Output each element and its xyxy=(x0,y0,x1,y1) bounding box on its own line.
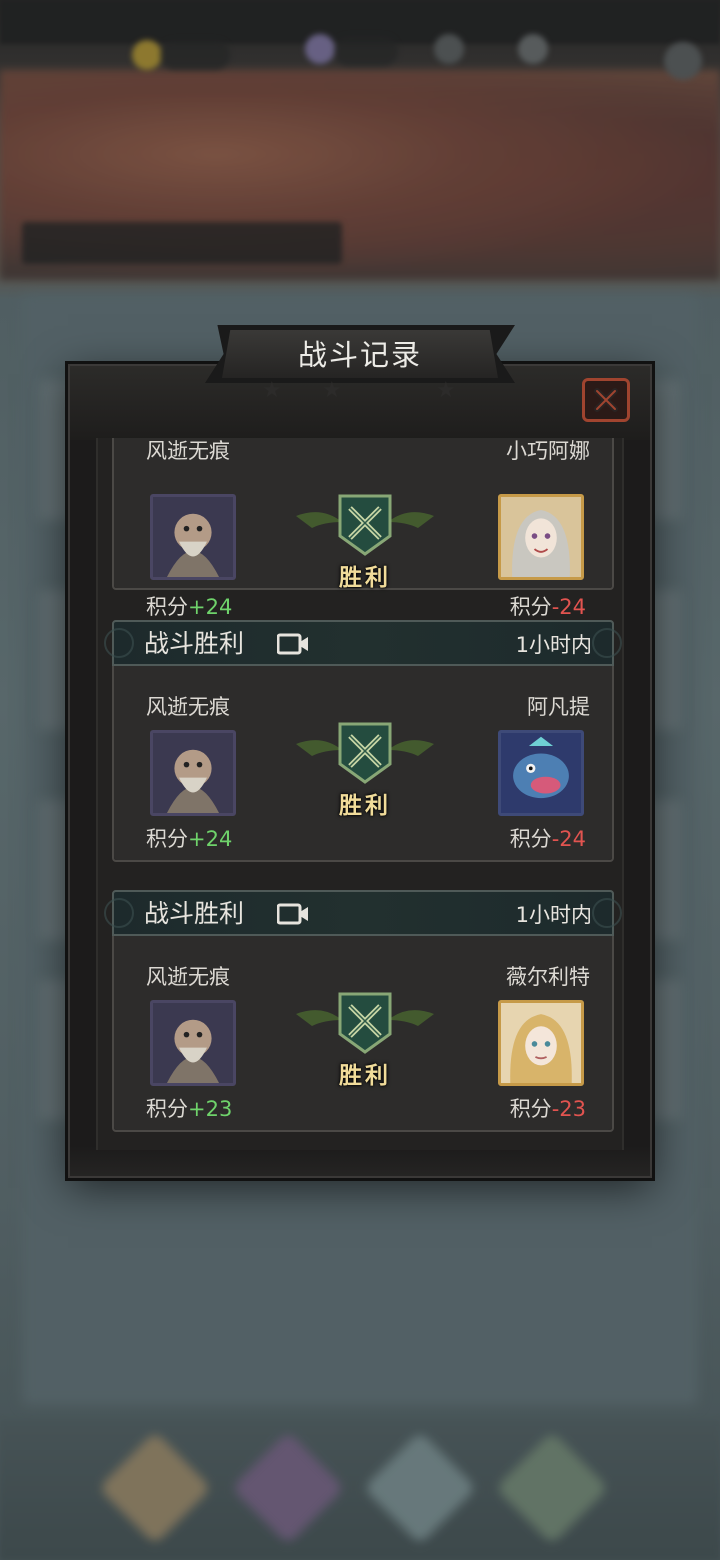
opponent-score: 积分-24 xyxy=(509,595,586,619)
crossed-swords-icon xyxy=(296,494,434,556)
player-score: 积分+24 xyxy=(146,827,233,851)
player-name: 风逝无痕 xyxy=(146,965,230,989)
player-avatar[interactable] xyxy=(150,1000,236,1086)
star-decoration-icon: ★ xyxy=(262,378,282,403)
opponent-score: 积分-23 xyxy=(509,1097,586,1121)
star-decoration-icon: ★ xyxy=(436,378,456,403)
opponent-name: 阿凡提 xyxy=(527,695,590,719)
record-time: 1小时内 xyxy=(515,633,592,657)
opponent-name: 薇尔利特 xyxy=(506,965,590,989)
record-header: 战斗胜利 1小时内 xyxy=(104,620,622,666)
player-avatar[interactable] xyxy=(150,494,236,580)
record-card: 风逝无痕 小巧阿娜 胜利 积分+24 积分-24 xyxy=(112,438,614,619)
player-score: 积分+23 xyxy=(146,1097,233,1121)
header-ornament xyxy=(592,628,622,658)
dialog-footer xyxy=(70,1146,650,1176)
header-ornament xyxy=(592,898,622,928)
result-label: 胜利 xyxy=(339,565,391,591)
video-replay-icon[interactable] xyxy=(277,632,309,656)
record-body: 风逝无痕 阿凡提 胜利 积分+24 积分-24 xyxy=(114,666,612,860)
record-body: 风逝无痕 小巧阿娜 胜利 积分+24 积分-24 xyxy=(114,438,612,619)
record-time: 1小时内 xyxy=(515,903,592,927)
opponent-score: 积分-24 xyxy=(509,827,586,851)
player-avatar[interactable] xyxy=(150,730,236,816)
opponent-avatar[interactable] xyxy=(498,494,584,580)
record-card: 战斗胜利 1小时内 风逝无痕 薇尔利特 胜利 积分+23 积分-23 xyxy=(104,890,622,1132)
opponent-avatar[interactable] xyxy=(498,1000,584,1086)
opponent-name: 小巧阿娜 xyxy=(506,439,590,463)
opponent-avatar[interactable] xyxy=(498,730,584,816)
player-name: 风逝无痕 xyxy=(146,695,230,719)
record-title: 战斗胜利 xyxy=(144,629,245,658)
game-screen: 战斗记录 ★ ★ ★ 风逝无痕 小巧阿娜 胜利 积分+24 积分-24 战斗胜利… xyxy=(0,0,720,1560)
result-label: 胜利 xyxy=(339,1063,391,1089)
crossed-swords-icon xyxy=(296,722,434,784)
victory-emblem: 胜利 xyxy=(292,986,438,1096)
result-label: 胜利 xyxy=(339,793,391,819)
video-replay-icon[interactable] xyxy=(277,902,309,926)
header-ornament xyxy=(104,898,134,928)
player-score: 积分+24 xyxy=(146,595,233,619)
close-icon xyxy=(594,388,618,412)
record-header: 战斗胜利 1小时内 xyxy=(104,890,622,936)
record-list[interactable]: 风逝无痕 小巧阿娜 胜利 积分+24 积分-24 战斗胜利 1小时内 风逝无痕 … xyxy=(96,438,624,1150)
victory-emblem: 胜利 xyxy=(292,488,438,598)
star-decoration-icon: ★ xyxy=(322,378,342,403)
player-name: 风逝无痕 xyxy=(146,439,230,463)
close-button[interactable] xyxy=(582,378,630,422)
record-card: 战斗胜利 1小时内 风逝无痕 阿凡提 胜利 积分+24 积分-24 xyxy=(104,620,622,862)
victory-emblem: 胜利 xyxy=(292,716,438,826)
crossed-swords-icon xyxy=(296,992,434,1054)
record-body: 风逝无痕 薇尔利特 胜利 积分+23 积分-23 xyxy=(114,936,612,1130)
record-title: 战斗胜利 xyxy=(144,899,245,928)
dialog-title: 战斗记录 xyxy=(297,338,422,372)
header-ornament xyxy=(104,628,134,658)
